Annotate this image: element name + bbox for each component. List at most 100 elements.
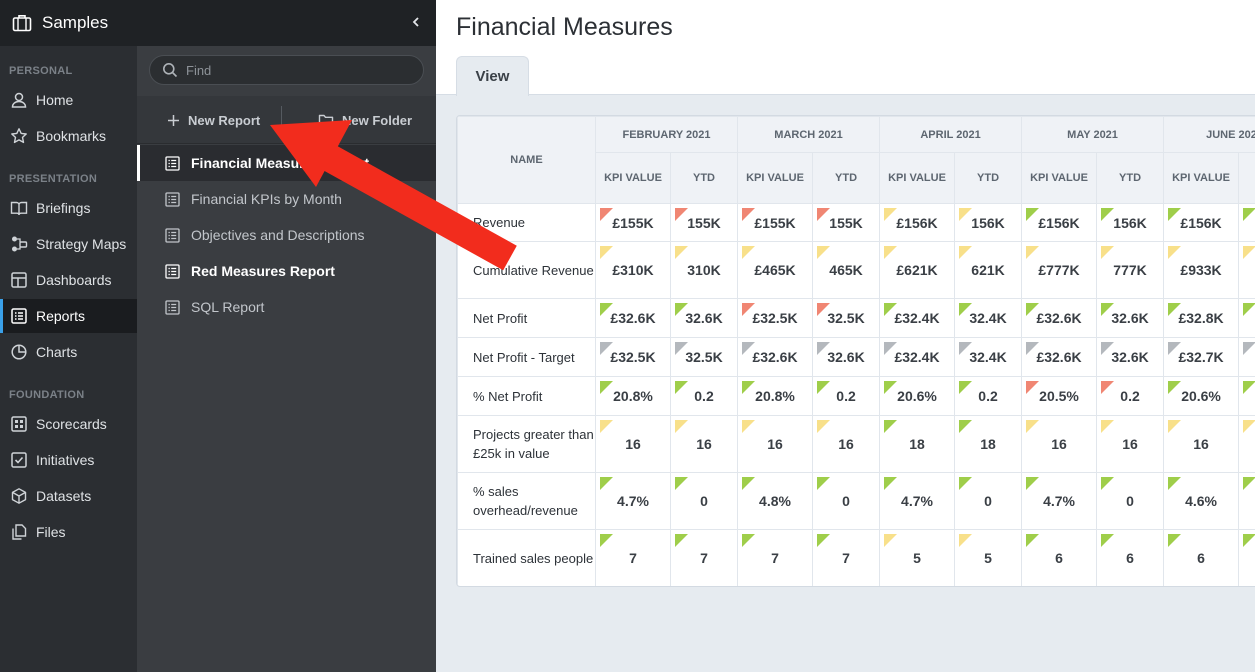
kpi-value-cell[interactable]: 16 xyxy=(595,415,671,473)
ytd-cell[interactable]: 0.2 xyxy=(669,376,739,416)
kpi-value-cell[interactable]: £32.6K xyxy=(1021,337,1098,377)
ytd-cell[interactable]: 0.2 xyxy=(954,376,1023,416)
kpi-value-cell[interactable]: £32.7K xyxy=(1163,337,1240,377)
table-row[interactable]: % sales overhead/revenue 4.7% 0 4.8% 0 4.7% 0 4… xyxy=(457,472,1255,530)
kpi-value-cell[interactable]: 5 xyxy=(879,529,956,586)
ytd-cell[interactable]: 0.2 xyxy=(812,376,881,416)
table-row[interactable]: Cumulative Revenue £310K 310K £465K 465K £621… xyxy=(457,241,1255,299)
kpi-value-cell[interactable]: £32.6K xyxy=(737,337,814,377)
ytd-cell[interactable]: 156K xyxy=(1096,203,1165,242)
ytd-cell[interactable]: 16 xyxy=(812,415,881,473)
ytd-cell[interactable]: 0 xyxy=(812,472,881,530)
ytd-cell[interactable]: 5 xyxy=(954,529,1023,586)
kpi-value-cell[interactable]: £32.5K xyxy=(595,337,671,377)
ytd-cell[interactable] xyxy=(1238,203,1255,242)
ytd-cell[interactable]: 7 xyxy=(812,529,881,586)
ytd-cell[interactable]: 310K xyxy=(669,241,739,299)
table-row[interactable]: Net Profit £32.6K 32.6K £32.5K 32.5K £32.4K 32… xyxy=(457,298,1255,338)
report-item-financial-measures[interactable]: Financial Measures Report xyxy=(137,145,436,181)
search-box[interactable] xyxy=(149,55,424,85)
ytd-cell[interactable]: 621K xyxy=(954,241,1023,299)
kpi-value-cell[interactable]: £156K xyxy=(1021,203,1098,242)
table-row[interactable]: Trained sales people 7 7 7 7 5 5 6 6 6 xyxy=(457,529,1255,586)
report-item-objectives[interactable]: Objectives and Descriptions xyxy=(137,217,436,253)
kpi-value-cell[interactable]: £32.4K xyxy=(879,337,956,377)
nav-item-briefings[interactable]: Briefings xyxy=(0,191,137,225)
kpi-value-cell[interactable]: 18 xyxy=(879,415,956,473)
kpi-value-cell[interactable]: 20.6% xyxy=(1163,376,1240,416)
ytd-cell[interactable]: 32.5K xyxy=(669,337,739,377)
ytd-cell[interactable]: 0 xyxy=(669,472,739,530)
kpi-value-cell[interactable]: £32.4K xyxy=(879,298,956,338)
ytd-cell[interactable]: 465K xyxy=(812,241,881,299)
ytd-cell[interactable]: 32.6K xyxy=(1096,337,1165,377)
ytd-cell[interactable]: 32.4K xyxy=(954,298,1023,338)
kpi-value-cell[interactable]: 20.5% xyxy=(1021,376,1098,416)
kpi-value-cell[interactable]: 20.6% xyxy=(879,376,956,416)
kpi-value-cell[interactable]: 16 xyxy=(1163,415,1240,473)
ytd-cell[interactable]: 156K xyxy=(954,203,1023,242)
ytd-cell[interactable]: 32.6K xyxy=(669,298,739,338)
kpi-value-cell[interactable]: 4.7% xyxy=(1021,472,1098,530)
new-report-button[interactable]: New Report xyxy=(167,96,260,144)
kpi-value-cell[interactable]: 6 xyxy=(1163,529,1240,586)
ytd-cell[interactable]: 155K xyxy=(812,203,881,242)
kpi-value-cell[interactable]: £156K xyxy=(879,203,956,242)
kpi-value-cell[interactable]: 4.7% xyxy=(595,472,671,530)
kpi-value-cell[interactable]: 20.8% xyxy=(595,376,671,416)
new-folder-button[interactable]: New Folder xyxy=(318,96,412,144)
nav-item-home[interactable]: Home xyxy=(0,83,137,117)
ytd-cell[interactable]: 18 xyxy=(954,415,1023,473)
ytd-cell[interactable]: 7 xyxy=(669,529,739,586)
ytd-cell[interactable] xyxy=(1238,298,1255,338)
ytd-cell[interactable]: 16 xyxy=(669,415,739,473)
ytd-cell[interactable] xyxy=(1238,415,1255,473)
ytd-cell[interactable] xyxy=(1238,241,1255,299)
report-item-sql[interactable]: SQL Report xyxy=(137,289,436,325)
nav-item-files[interactable]: Files xyxy=(0,515,137,549)
kpi-value-cell[interactable]: £32.5K xyxy=(737,298,814,338)
nav-item-datasets[interactable]: Datasets xyxy=(0,479,137,513)
kpi-value-cell[interactable]: 16 xyxy=(737,415,814,473)
table-row[interactable]: Net Profit - Target £32.5K 32.5K £32.6K 32.6… xyxy=(457,337,1255,377)
kpi-value-cell[interactable]: 7 xyxy=(595,529,671,586)
ytd-cell[interactable]: 0 xyxy=(954,472,1023,530)
ytd-cell[interactable] xyxy=(1238,376,1255,416)
ytd-cell[interactable] xyxy=(1238,472,1255,530)
ytd-cell[interactable]: 0.2 xyxy=(1096,376,1165,416)
ytd-cell[interactable]: 32.4K xyxy=(954,337,1023,377)
kpi-value-cell[interactable]: 4.6% xyxy=(1163,472,1240,530)
nav-item-bookmarks[interactable]: Bookmarks xyxy=(0,119,137,153)
chevron-left-icon[interactable] xyxy=(410,13,422,31)
kpi-value-cell[interactable]: £155K xyxy=(595,203,671,242)
ytd-cell[interactable]: 155K xyxy=(669,203,739,242)
kpi-value-cell[interactable]: 16 xyxy=(1021,415,1098,473)
kpi-value-cell[interactable]: £156K xyxy=(1163,203,1240,242)
table-row[interactable]: Revenue £155K 155K £155K 155K £156K 156K £156K 1… xyxy=(457,203,1255,242)
kpi-value-cell[interactable]: £32.6K xyxy=(595,298,671,338)
kpi-value-cell[interactable]: 6 xyxy=(1021,529,1098,586)
kpi-value-cell[interactable]: £933K xyxy=(1163,241,1240,299)
kpi-value-cell[interactable]: £32.8K xyxy=(1163,298,1240,338)
ytd-cell[interactable]: 32.6K xyxy=(1096,298,1165,338)
kpi-value-cell[interactable]: £155K xyxy=(737,203,814,242)
kpi-value-cell[interactable]: 4.8% xyxy=(737,472,814,530)
nav-item-reports[interactable]: Reports xyxy=(0,299,137,333)
app-header[interactable]: Samples xyxy=(0,0,137,46)
ytd-cell[interactable]: 32.6K xyxy=(812,337,881,377)
nav-item-charts[interactable]: Charts xyxy=(0,335,137,369)
kpi-value-cell[interactable]: £32.6K xyxy=(1021,298,1098,338)
kpi-value-cell[interactable]: £621K xyxy=(879,241,956,299)
search-input[interactable] xyxy=(186,62,406,78)
ytd-cell[interactable] xyxy=(1238,337,1255,377)
report-item-financial-kpis[interactable]: Financial KPIs by Month xyxy=(137,181,436,217)
kpi-value-cell[interactable]: 4.7% xyxy=(879,472,956,530)
ytd-cell[interactable]: 6 xyxy=(1096,529,1165,586)
kpi-value-cell[interactable]: £465K xyxy=(737,241,814,299)
kpi-value-cell[interactable]: £310K xyxy=(595,241,671,299)
ytd-cell[interactable]: 16 xyxy=(1096,415,1165,473)
report-item-red-measures[interactable]: Red Measures Report xyxy=(137,253,436,289)
ytd-cell[interactable]: 777K xyxy=(1096,241,1165,299)
table-row[interactable]: % Net Profit 20.8% 0.2 20.8% 0.2 20.6% 0.2 20.5… xyxy=(457,376,1255,416)
kpi-value-cell[interactable]: £777K xyxy=(1021,241,1098,299)
